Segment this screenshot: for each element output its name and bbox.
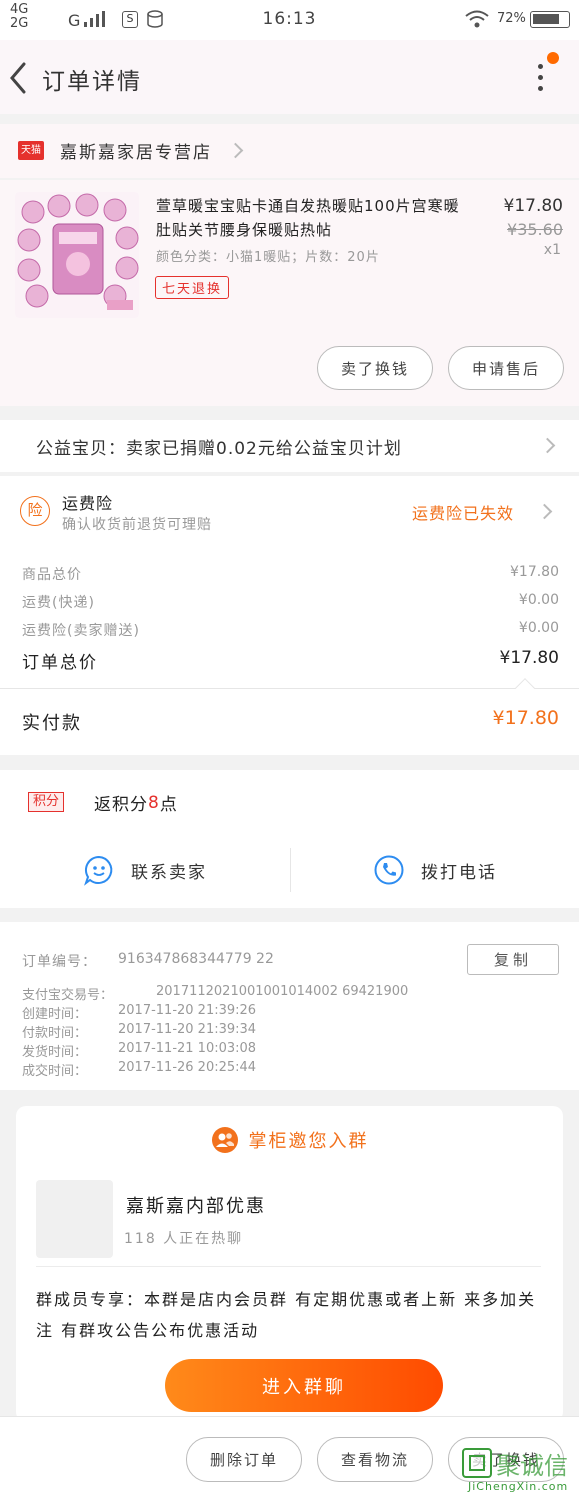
points-badge: 积分 bbox=[28, 792, 65, 812]
store-chevron-icon bbox=[227, 142, 244, 159]
price-row-label: 运费(快递) bbox=[22, 595, 95, 611]
battery-percent: 72% bbox=[497, 11, 526, 26]
price-row-value: ¥0.00 bbox=[518, 620, 559, 636]
app-header: 订单详情 bbox=[0, 40, 579, 114]
insurance-subtitle: 确认收货前退货可理赔 bbox=[62, 517, 212, 533]
order-info-section: 订单编号： 916347868344779 22 复制 支付宝交易号： 2017… bbox=[0, 922, 579, 1090]
insurance-title: 运费险 bbox=[62, 494, 114, 513]
product-price: ¥17.80 bbox=[503, 196, 563, 216]
order-info-label: 发货时间： bbox=[22, 1045, 88, 1060]
watermark-url: JiChengXin.com bbox=[468, 1480, 569, 1493]
product-title[interactable]: 萱草暖宝宝贴卡通自发热暖贴100片宫寒暖肚贴关节腰身保暖贴热帖 bbox=[156, 194, 474, 242]
points-text: 返积分 8 点 bbox=[94, 790, 178, 816]
product-original-price: ¥35.60 bbox=[507, 220, 563, 239]
price-row-value: ¥17.80 bbox=[510, 564, 559, 580]
insurance-row[interactable]: 险 运费险 确认收货前退货可理赔 运费险已失效 bbox=[0, 476, 579, 548]
product-image[interactable] bbox=[15, 192, 139, 318]
watermark-logo-icon bbox=[462, 1448, 492, 1478]
copy-button[interactable]: 复制 bbox=[467, 944, 559, 975]
points-contact-section: 积分 返积分 8 点 联系卖家 拨打电话 bbox=[0, 770, 579, 908]
charity-row[interactable]: 公益宝贝：卖家已捐赠0.02元给公益宝贝计划 bbox=[0, 420, 579, 472]
price-row-label: 运费险(卖家赠送) bbox=[22, 623, 140, 639]
group-header: 掌柜邀您入群 bbox=[16, 1126, 563, 1154]
group-name: 嘉斯嘉内部优惠 bbox=[126, 1196, 266, 1217]
group-member-count: 118 人正在热聊 bbox=[124, 1231, 244, 1247]
contact-seller-label: 联系卖家 bbox=[131, 862, 207, 883]
order-info-label: 创建时间： bbox=[22, 1007, 88, 1022]
sell-resale-button[interactable]: 卖了换钱 bbox=[317, 346, 433, 390]
store-row[interactable]: 天猫 嘉斯嘉家居专营店 bbox=[0, 124, 579, 178]
order-info-value: 2017112021001001014002 69421900 bbox=[156, 984, 409, 999]
group-header-label: 掌柜邀您入群 bbox=[248, 1131, 369, 1152]
product-thumbnail-art bbox=[15, 192, 139, 318]
group-avatar bbox=[36, 1180, 113, 1258]
product-card: 萱草暖宝宝贴卡通自发热暖贴100片宫寒暖肚贴关节腰身保暖贴热帖 颜色分类：小猫1… bbox=[0, 180, 579, 406]
price-row-value: ¥0.00 bbox=[518, 592, 559, 608]
tmall-badge: 天猫 bbox=[18, 141, 44, 160]
divider bbox=[36, 1266, 541, 1267]
wifi-icon bbox=[465, 10, 489, 28]
more-menu-icon[interactable] bbox=[534, 64, 546, 98]
insurance-icon: 险 bbox=[20, 496, 50, 526]
watermark-brand: 聚诚信 bbox=[496, 1452, 568, 1480]
group-invite-card: 掌柜邀您入群 嘉斯嘉内部优惠 118 人正在热聊 群成员专享：本群是店内会员群 … bbox=[16, 1106, 563, 1422]
order-number-value: 916347868344779 22 bbox=[118, 951, 274, 967]
price-row-label: 商品总价 bbox=[22, 567, 82, 583]
points-prefix: 返积分 bbox=[94, 795, 148, 815]
order-info-value: 2017-11-21 10:03:08 bbox=[118, 1041, 257, 1056]
product-quantity: x1 bbox=[543, 242, 561, 258]
after-sale-button[interactable]: 申请售后 bbox=[448, 346, 564, 390]
status-time: 16:13 bbox=[262, 9, 317, 29]
call-phone-label: 拨打电话 bbox=[421, 862, 497, 883]
join-group-button[interactable]: 进入群聊 bbox=[165, 1359, 443, 1412]
page-title: 订单详情 bbox=[42, 69, 142, 95]
contact-seller-button[interactable]: 联系卖家 bbox=[0, 848, 290, 892]
order-info-value: 2017-11-20 21:39:26 bbox=[118, 1003, 257, 1018]
order-info-value: 2017-11-26 20:25:44 bbox=[118, 1060, 257, 1075]
store-name: 嘉斯嘉家居专营店 bbox=[60, 143, 212, 163]
notification-dot bbox=[547, 52, 559, 64]
paid-label: 实付款 bbox=[22, 713, 82, 734]
delete-order-button[interactable]: 删除订单 bbox=[186, 1437, 302, 1482]
group-people-icon bbox=[211, 1127, 238, 1153]
view-logistics-button[interactable]: 查看物流 bbox=[317, 1437, 433, 1482]
watermark: 聚诚信 JiChengXin.com bbox=[462, 1446, 577, 1498]
charity-text: 公益宝贝：卖家已捐赠0.02元给公益宝贝计划 bbox=[36, 439, 402, 459]
chat-bubble-icon bbox=[84, 855, 113, 886]
order-info-value: 2017-11-20 21:39:34 bbox=[118, 1022, 257, 1037]
order-info-label: 付款时间： bbox=[22, 1026, 88, 1041]
order-info-label: 成交时间： bbox=[22, 1064, 88, 1079]
points-count: 8 bbox=[148, 792, 160, 813]
seven-day-return-tag: 七天退换 bbox=[155, 276, 230, 299]
order-number-label: 订单编号： bbox=[22, 954, 97, 970]
paid-row: 实付款 ¥17.80 bbox=[0, 689, 579, 755]
phone-icon bbox=[374, 855, 404, 885]
product-variant: 颜色分类：小猫1暖贴；片数：20片 bbox=[156, 250, 380, 265]
paid-value: ¥17.80 bbox=[492, 707, 559, 729]
group-description: 群成员专享：本群是店内会员群 有定期优惠或者上新 来多加关注 有群攻公告公布优惠… bbox=[36, 1290, 537, 1340]
pricing-section: 商品总价 ¥17.80 运费(快递) ¥0.00 运费险(卖家赠送) ¥0.00… bbox=[0, 548, 579, 688]
call-phone-button[interactable]: 拨打电话 bbox=[291, 848, 579, 892]
charity-chevron-icon bbox=[539, 437, 556, 454]
points-suffix: 点 bbox=[159, 795, 178, 815]
order-total-value: ¥17.80 bbox=[499, 648, 559, 668]
battery-icon bbox=[530, 11, 570, 28]
back-arrow-icon[interactable] bbox=[8, 62, 28, 94]
insurance-status: 运费险已失效 bbox=[412, 504, 515, 523]
status-bar: 4G 2G G S 16:13 72% bbox=[0, 0, 579, 40]
insurance-chevron-icon bbox=[536, 503, 553, 520]
order-info-label: 支付宝交易号： bbox=[22, 988, 114, 1003]
order-total-label: 订单总价 bbox=[22, 653, 98, 673]
